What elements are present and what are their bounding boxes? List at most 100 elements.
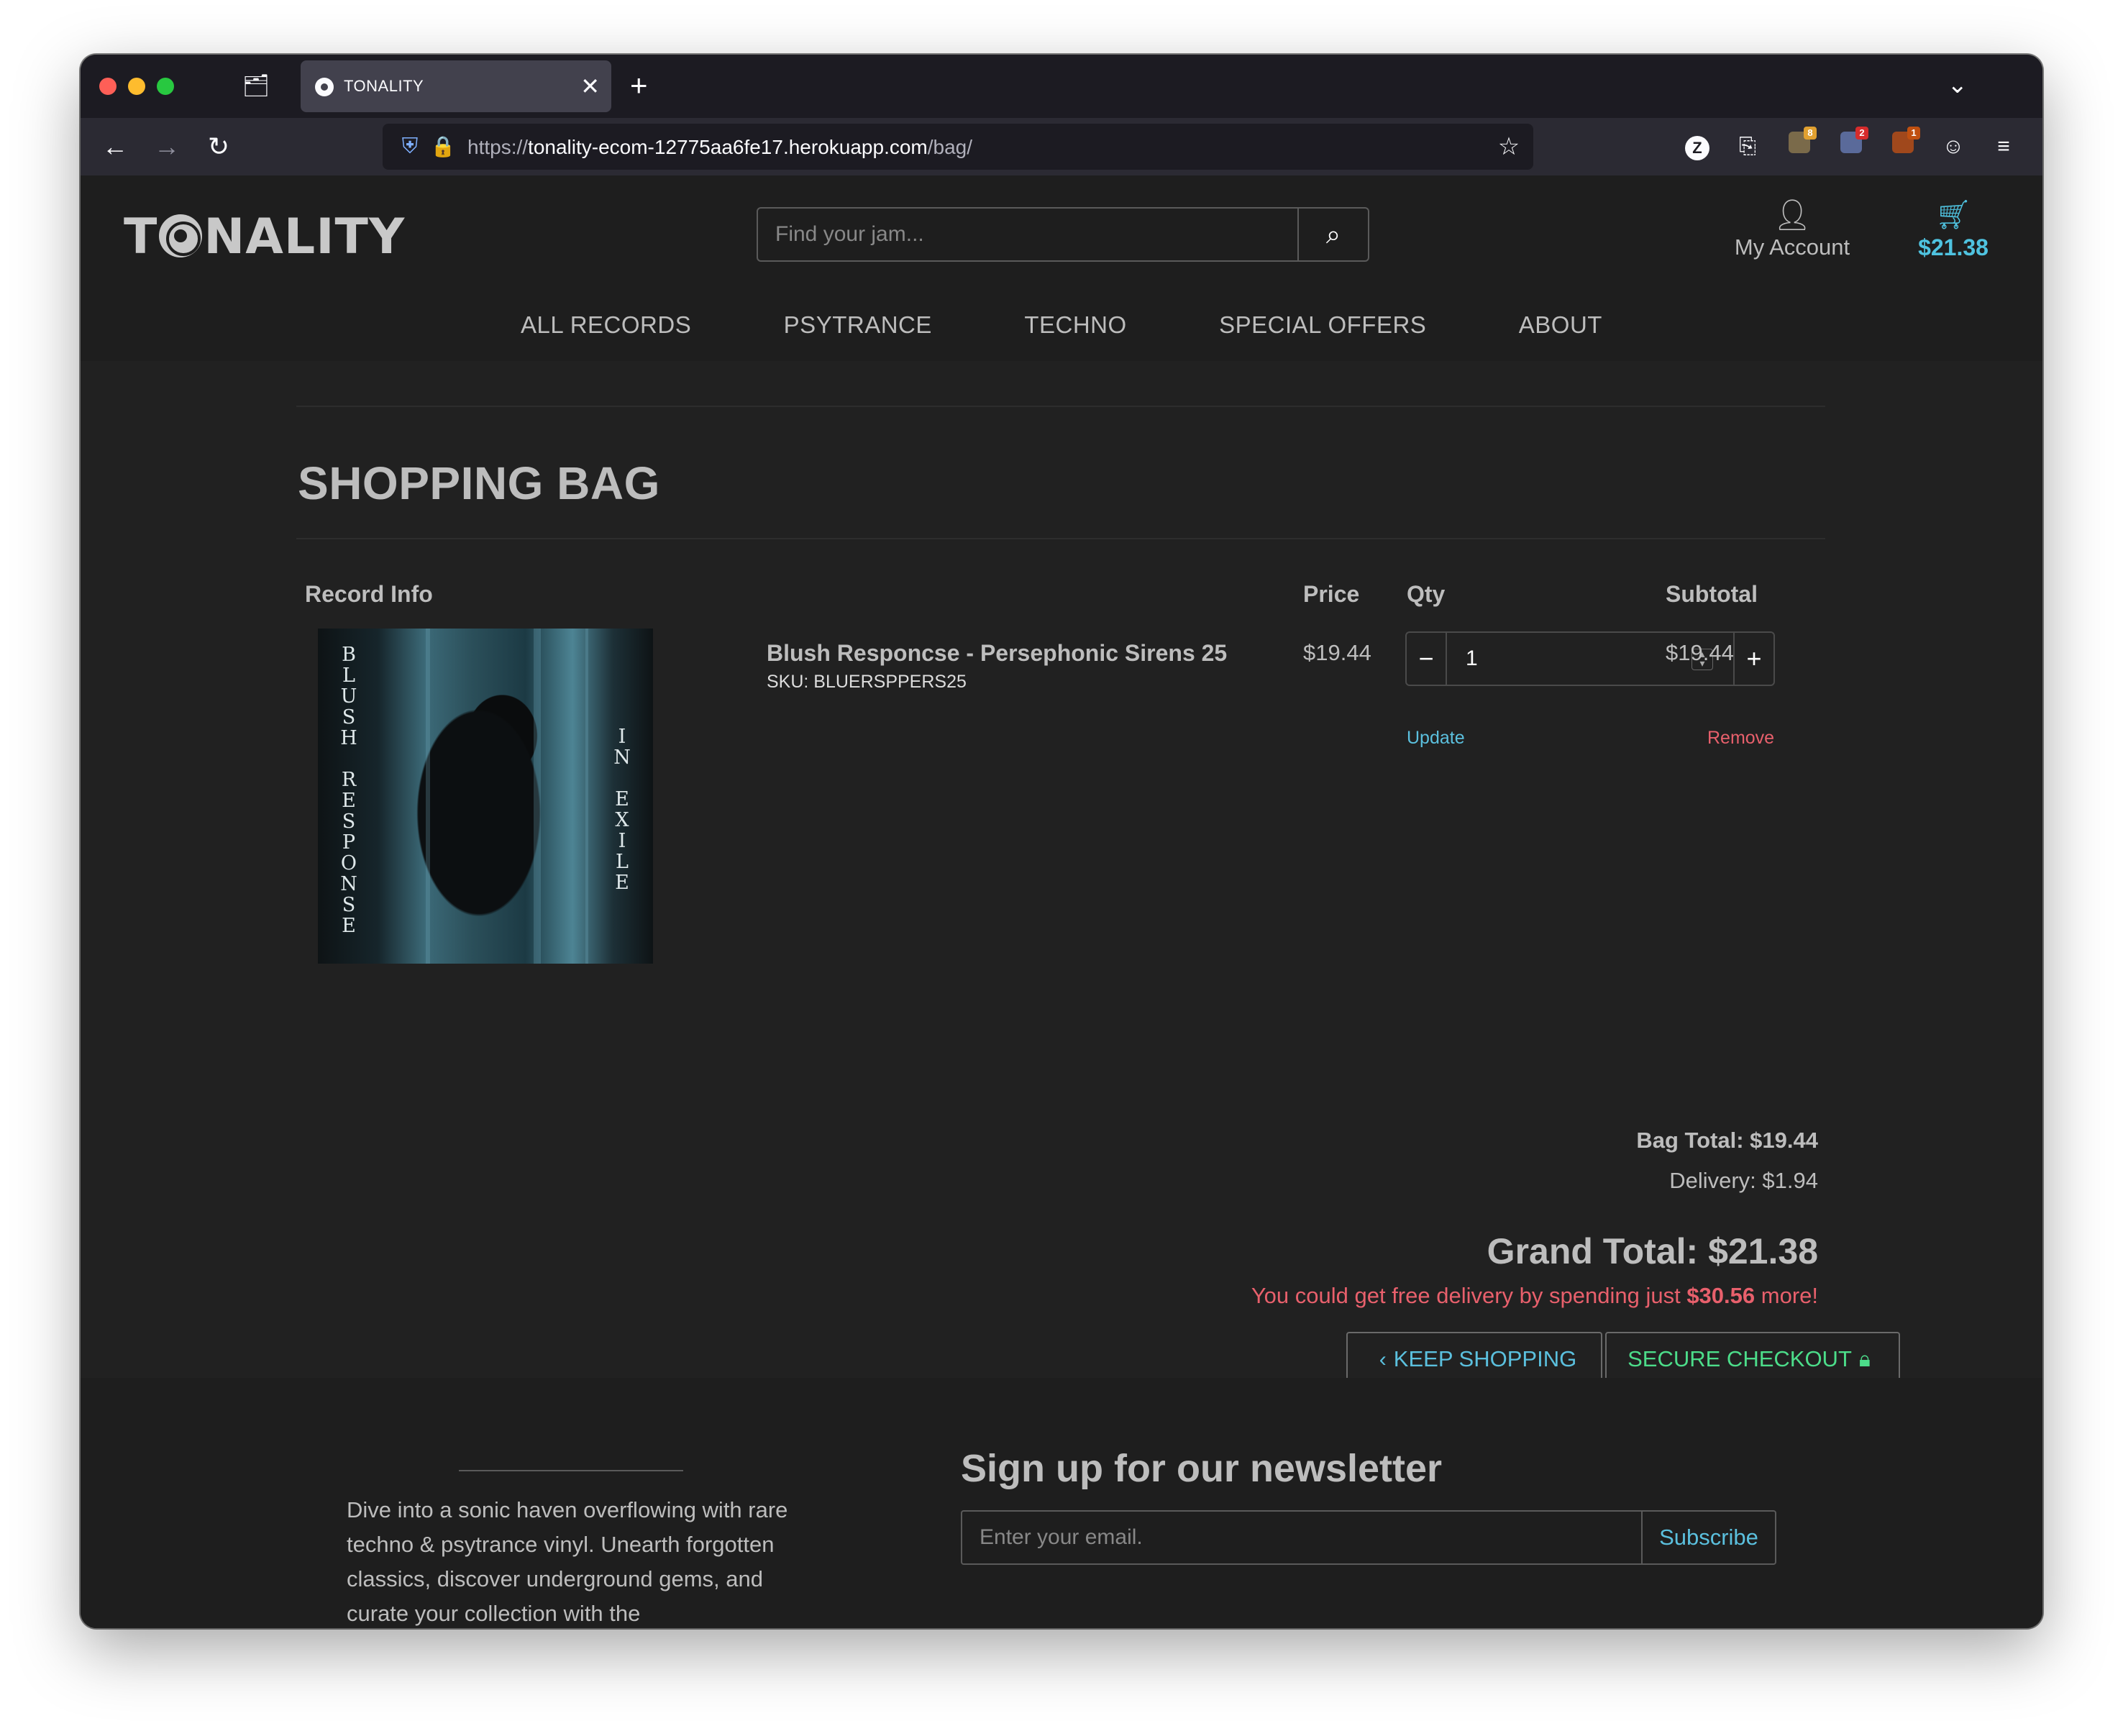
album-letter: O	[340, 852, 357, 874]
chevron-left-icon: ‹	[1379, 1348, 1387, 1371]
extension-badge-icon[interactable]: 2	[1835, 127, 1868, 163]
url-path: /bag/	[927, 136, 973, 158]
decrement-qty-button[interactable]: −	[1407, 633, 1447, 685]
nav-all-records[interactable]: ALL RECORDS	[521, 303, 691, 347]
minimize-window-button[interactable]	[128, 78, 145, 95]
forward-arrow-icon[interactable]: →	[148, 128, 186, 165]
tab-manager-icon[interactable]: 🗂	[240, 70, 272, 102]
footer-blurb: Dive into a sonic haven overflowing with…	[347, 1497, 788, 1626]
extension-badge-icon[interactable]: 8	[1784, 127, 1817, 163]
album-letter	[611, 768, 633, 789]
newsletter-title: Sign up for our newsletter	[961, 1447, 1443, 1490]
album-letter: N	[613, 746, 631, 769]
newsletter-email-input[interactable]	[962, 1512, 1641, 1563]
album-letter: N	[340, 873, 357, 895]
item-sku: SKU: BLUERSPPERS25	[767, 672, 967, 692]
my-account-link[interactable]: 👤︎ My Account	[1720, 197, 1864, 262]
free-delivery-message: You could get free delivery by spending …	[1251, 1282, 1818, 1310]
extension-badge-count: 8	[1804, 127, 1817, 140]
newsletter-form: Subscribe	[961, 1510, 1776, 1565]
browser-window: 🗂 TONALITY ✕ + ⌄ ← → ↻ ⛨ 🔒 https://tonal…	[81, 55, 2042, 1628]
search-icon: ⌕	[1325, 219, 1341, 249]
bag-total-amount: $21.38	[1918, 234, 1989, 260]
footer-divider	[459, 1470, 683, 1471]
tab-title: TONALITY	[344, 77, 424, 95]
site-logo[interactable]: T NALITY	[124, 209, 405, 266]
new-tab-button[interactable]: +	[630, 68, 648, 104]
album-letter: H	[340, 727, 357, 749]
site-footer: Dive into a sonic haven overflowing with…	[81, 1378, 2042, 1628]
nav-techno[interactable]: TECHNO	[1024, 303, 1126, 347]
subscribe-button[interactable]: Subscribe	[1641, 1512, 1775, 1563]
vinyl-record-icon	[159, 214, 203, 257]
album-letter: S	[342, 706, 356, 728]
lock-icon: 🔒︎	[1858, 1348, 1871, 1371]
site-header: T NALITY ⌕ 👤︎ My Account 🛒︎ $21.38 ALL RE…	[81, 175, 2042, 361]
logo-text-right: NALITY	[204, 209, 406, 265]
nav-about[interactable]: ABOUT	[1519, 303, 1602, 347]
address-bar[interactable]: ⛨ 🔒 https://tonality-ecom-12775aa6fe17.h…	[383, 124, 1533, 170]
profile-avatar-icon[interactable]: ☺	[1937, 131, 1969, 163]
grand-total: Grand Total: $21.38	[1487, 1231, 1818, 1271]
update-link[interactable]: Update	[1407, 726, 1465, 749]
zoom-window-button[interactable]	[157, 78, 174, 95]
favicon-icon	[315, 78, 334, 96]
item-price: $19.44	[1303, 640, 1371, 665]
extensions-puzzle-icon[interactable]: ⎘	[1732, 131, 1763, 163]
album-letter: I	[618, 726, 626, 748]
shopping-bag-link[interactable]: 🛒︎ $21.38	[1896, 197, 2011, 262]
column-header-qty: Qty	[1407, 581, 1446, 607]
close-tab-icon[interactable]: ✕	[580, 73, 600, 99]
extension-badge-count: 2	[1855, 127, 1868, 140]
bag-total: Bag Total: $19.44	[1636, 1128, 1818, 1153]
increment-qty-button[interactable]: +	[1733, 633, 1773, 685]
album-letter: E	[342, 790, 356, 812]
column-header-record-info: Record Info	[305, 581, 433, 607]
item-subtotal: $19.44	[1666, 640, 1734, 665]
nav-special-offers[interactable]: SPECIAL OFFERS	[1219, 303, 1426, 347]
nav-psytrance[interactable]: PSYTRANCE	[784, 303, 932, 347]
album-title-text: IN EXILE	[611, 726, 633, 893]
logo-text-left: T	[124, 209, 158, 265]
album-artist-text: BLUSH RESPONSE	[338, 644, 360, 936]
album-letter: X	[615, 809, 629, 831]
close-window-button[interactable]	[99, 78, 117, 95]
free-delivery-amount: $30.56	[1686, 1283, 1756, 1308]
delivery-cost: Delivery: $1.94	[1669, 1168, 1818, 1193]
ublock-extension-icon[interactable]: 1	[1887, 127, 1920, 163]
back-arrow-icon[interactable]: ←	[96, 128, 134, 165]
remove-link[interactable]: Remove	[1707, 726, 1774, 749]
list-tabs-chevron-icon[interactable]: ⌄	[1948, 69, 1968, 101]
divider	[296, 538, 1825, 539]
reload-icon[interactable]: ↻	[200, 128, 237, 165]
album-letter: L	[342, 664, 355, 687]
browser-tab-bar: 🗂 TONALITY ✕ + ⌄	[81, 55, 2042, 118]
url-text[interactable]: https://tonality-ecom-12775aa6fe17.herok…	[467, 135, 972, 160]
album-letter: E	[615, 872, 629, 894]
album-letter: P	[342, 831, 356, 854]
search-button[interactable]: ⌕	[1297, 209, 1368, 260]
album-letter	[338, 749, 360, 769]
tracking-shield-icon[interactable]: ⛨	[396, 132, 424, 161]
hamburger-menu-icon[interactable]: ≡	[1988, 131, 2019, 163]
item-name: Blush Responcse - Persephonic Sirens 25	[767, 640, 1228, 666]
search-input[interactable]	[758, 209, 1296, 260]
column-header-subtotal: Subtotal	[1666, 581, 1758, 607]
album-letter: U	[340, 685, 357, 708]
search-form: ⌕	[757, 207, 1369, 262]
album-letter: S	[342, 810, 356, 833]
browser-tab[interactable]: TONALITY ✕	[301, 60, 611, 112]
album-letter: I	[618, 830, 626, 852]
extension-badge-count: 1	[1907, 127, 1920, 140]
album-letter: S	[342, 894, 356, 916]
url-host: tonality-ecom-12775aa6fe17.herokuapp.com	[528, 136, 928, 158]
album-letter: E	[615, 788, 629, 810]
album-letter: L	[616, 851, 629, 873]
column-header-price: Price	[1303, 581, 1360, 607]
padlock-icon[interactable]: 🔒	[429, 132, 457, 161]
zotero-extension-icon[interactable]: Z	[1681, 131, 1713, 163]
url-scheme: https://	[467, 136, 529, 158]
bookmark-star-icon[interactable]: ☆	[1493, 131, 1525, 163]
free-delivery-prefix: You could get free delivery by spending …	[1251, 1283, 1687, 1308]
user-icon: 👤︎	[1773, 198, 1812, 232]
